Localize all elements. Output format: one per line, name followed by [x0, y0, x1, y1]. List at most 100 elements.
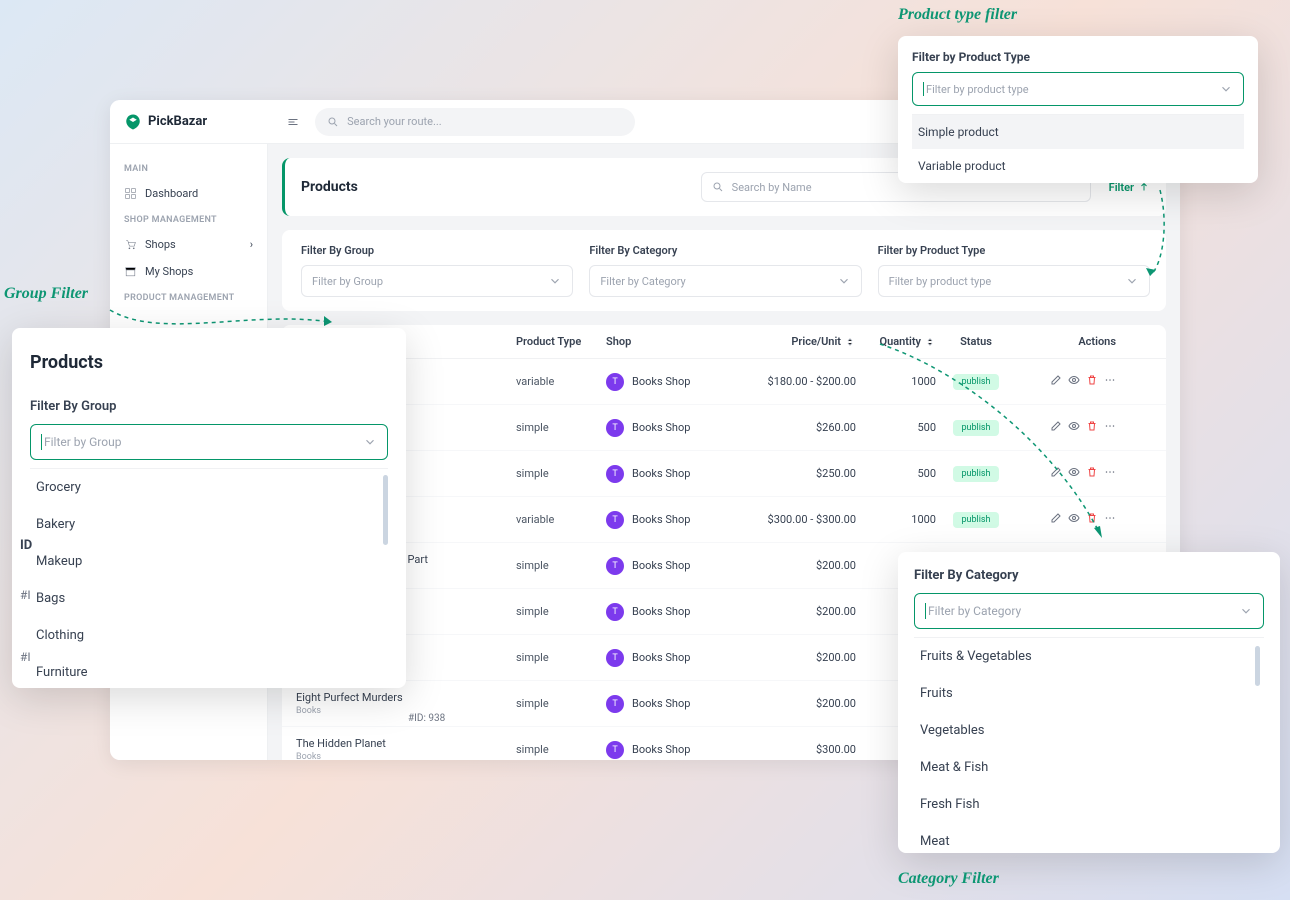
- table-row[interactable]: The Boneyard ManBooks variable TBooks Sh…: [282, 497, 1166, 543]
- sidebar-section-product: PRODUCT MANAGEMENT: [110, 285, 267, 309]
- filter-type-select[interactable]: Filter by product type: [878, 265, 1150, 297]
- filter-option[interactable]: Clothing: [30, 617, 388, 654]
- price-cell: $200.00: [736, 651, 856, 664]
- eye-icon[interactable]: [1068, 466, 1080, 481]
- filter-option[interactable]: Simple product: [912, 115, 1244, 149]
- more-icon[interactable]: [1104, 374, 1116, 389]
- edit-icon[interactable]: [1050, 374, 1062, 389]
- price-cell: $180.00 - $200.00: [736, 375, 856, 388]
- status-cell: publish: [936, 374, 1016, 390]
- cursor-icon: [41, 434, 42, 450]
- qty-cell: 1000: [856, 513, 936, 526]
- annotation-category: Category Filter: [898, 870, 999, 888]
- filter-category-col: Filter By Category Filter by Category: [589, 244, 861, 297]
- shop-cell: TBooks Shop: [606, 695, 736, 713]
- type-filter-select[interactable]: Filter by product type: [912, 72, 1244, 106]
- table-row[interactable]: Blood DrinkerBooks variable TBooks Shop …: [282, 359, 1166, 405]
- edit-icon[interactable]: [1050, 512, 1062, 527]
- eye-icon[interactable]: [1068, 512, 1080, 527]
- filter-option[interactable]: Vegetables: [914, 712, 1264, 749]
- annotation-type: Product type filter: [898, 6, 1017, 24]
- shop-avatar: T: [606, 741, 624, 759]
- shop-cell: TBooks Shop: [606, 511, 736, 529]
- type-filter-overlay: Filter by Product Type Filter by product…: [898, 36, 1258, 183]
- sidebar-item-myshops[interactable]: My Shops: [110, 258, 267, 285]
- product-type-cell: simple: [516, 605, 606, 618]
- price-cell: $300.00: [736, 743, 856, 756]
- menu-toggle-icon[interactable]: [287, 116, 299, 128]
- annotation-group: Group Filter: [4, 285, 88, 303]
- status-cell: publish: [936, 420, 1016, 436]
- shop-cell: TBooks Shop: [606, 465, 736, 483]
- price-cell: $300.00 - $300.00: [736, 513, 856, 526]
- eye-icon[interactable]: [1068, 420, 1080, 435]
- cursor-icon: [923, 82, 924, 96]
- eye-icon[interactable]: [1068, 374, 1080, 389]
- more-icon[interactable]: [1104, 420, 1116, 435]
- filter-option[interactable]: Meat & Fish: [914, 749, 1264, 786]
- cart-icon: [124, 238, 137, 251]
- id-row-fragment: #I: [20, 650, 31, 664]
- chevron-down-icon: [837, 274, 851, 288]
- filter-option[interactable]: Makeup: [30, 543, 388, 580]
- sort-icon: [844, 336, 856, 348]
- qty-cell: 500: [856, 421, 936, 434]
- filter-option[interactable]: Fruits: [914, 675, 1264, 712]
- route-search[interactable]: Search your route...: [315, 108, 635, 136]
- more-icon[interactable]: [1104, 512, 1116, 527]
- status-badge: publish: [953, 420, 998, 436]
- filter-type-label: Filter by Product Type: [878, 244, 1150, 257]
- trash-icon[interactable]: [1086, 374, 1098, 389]
- product-type-cell: simple: [516, 743, 606, 756]
- status-cell: publish: [936, 512, 1016, 528]
- th-quantity[interactable]: Quantity: [856, 335, 936, 348]
- category-filter-label: Filter By Category: [914, 568, 1264, 583]
- table-row[interactable]: Fleash EaterBooks simple TBooks Shop $25…: [282, 451, 1166, 497]
- shop-cell: TBooks Shop: [606, 373, 736, 391]
- th-price[interactable]: Price/Unit: [736, 335, 856, 348]
- filter-option[interactable]: Meat: [914, 823, 1264, 853]
- chevron-down-icon: [1239, 604, 1253, 618]
- id-col-fragment: ID: [20, 538, 32, 553]
- category-filter-overlay: Filter By Category Filter by Category Fr…: [898, 552, 1280, 853]
- category-filter-select[interactable]: Filter by Category: [914, 593, 1264, 629]
- edit-icon[interactable]: [1050, 466, 1062, 481]
- brand-logo[interactable]: PickBazar: [124, 113, 207, 131]
- scrollbar[interactable]: [1255, 646, 1260, 686]
- status-badge: publish: [953, 466, 998, 482]
- filter-category-select[interactable]: Filter by Category: [589, 265, 861, 297]
- group-options-list: GroceryBakeryMakeupBagsClothingFurniture: [30, 468, 388, 688]
- filter-option[interactable]: Bakery: [30, 506, 388, 543]
- group-filter-select[interactable]: Filter by Group: [30, 424, 388, 460]
- filter-option[interactable]: Fresh Fish: [914, 786, 1264, 823]
- price-cell: $200.00: [736, 697, 856, 710]
- edit-icon[interactable]: [1050, 420, 1062, 435]
- filter-option[interactable]: Fruits & Vegetables: [914, 638, 1264, 675]
- th-product-type[interactable]: Product Type: [516, 335, 606, 348]
- shop-cell: TBooks Shop: [606, 741, 736, 759]
- shop-avatar: T: [606, 373, 624, 391]
- th-shop[interactable]: Shop: [606, 335, 736, 348]
- filter-option[interactable]: Bags: [30, 580, 388, 617]
- trash-icon[interactable]: [1086, 420, 1098, 435]
- actions-cell: [1016, 420, 1116, 435]
- scrollbar[interactable]: [383, 475, 388, 545]
- filter-option[interactable]: Grocery: [30, 469, 388, 506]
- more-icon[interactable]: [1104, 466, 1116, 481]
- trash-icon[interactable]: [1086, 512, 1098, 527]
- trash-icon[interactable]: [1086, 466, 1098, 481]
- filter-option[interactable]: Variable product: [912, 149, 1244, 183]
- th-status[interactable]: Status: [936, 335, 1016, 348]
- sidebar-item-dashboard[interactable]: Dashboard: [110, 180, 267, 207]
- shop-avatar: T: [606, 419, 624, 437]
- price-cell: $200.00: [736, 605, 856, 618]
- product-type-cell: variable: [516, 375, 606, 388]
- filter-group-select[interactable]: Filter by Group: [301, 265, 573, 297]
- table-row[interactable]: Forest KillerBooks simple TBooks Shop $2…: [282, 405, 1166, 451]
- product-type-cell: simple: [516, 559, 606, 572]
- product-type-cell: simple: [516, 467, 606, 480]
- category-options-list: Fruits & VegetablesFruitsVegetablesMeat …: [914, 637, 1264, 853]
- sidebar-item-shops[interactable]: Shops ›: [110, 231, 267, 258]
- sort-icon: [924, 336, 936, 348]
- filter-option[interactable]: Furniture: [30, 654, 388, 688]
